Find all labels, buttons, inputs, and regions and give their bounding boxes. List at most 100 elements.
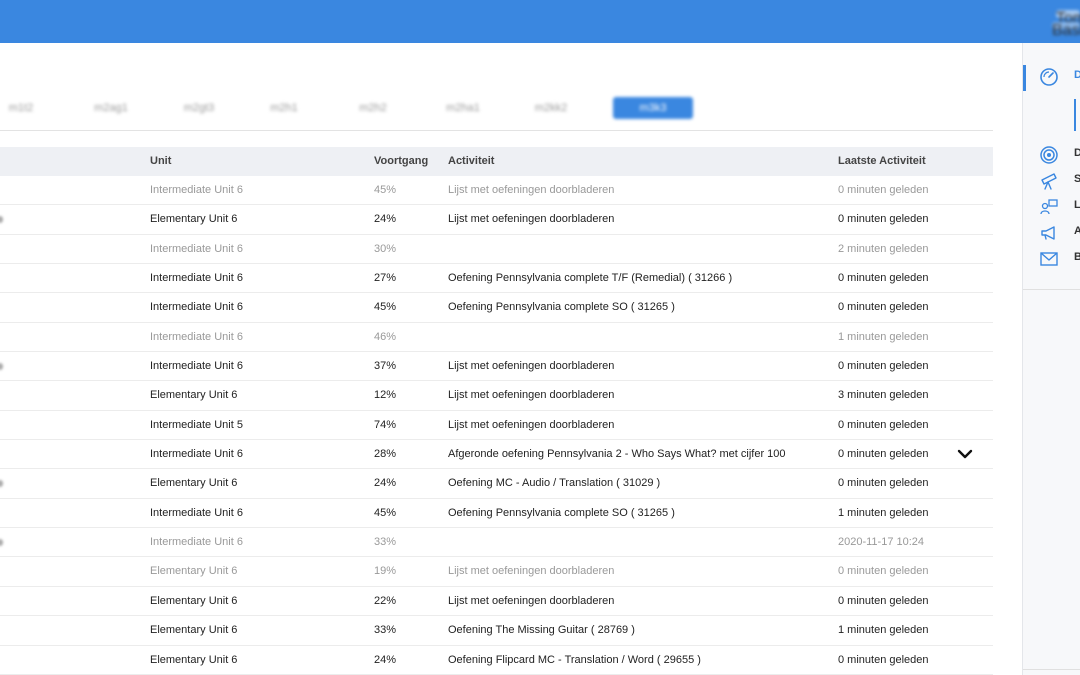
cell-last-activity: 0 minuten geleden bbox=[838, 272, 929, 285]
sidebar-item-goals[interactable]: D bbox=[1039, 145, 1080, 165]
tab-2[interactable]: m2gt3 bbox=[159, 97, 239, 119]
cell-activity: Lijst met oefeningen doorbladeren bbox=[448, 594, 615, 607]
megaphone-icon bbox=[1041, 226, 1055, 240]
cell-progress: 33% bbox=[374, 624, 397, 637]
cell-unit: Elementary Unit 6 bbox=[150, 594, 238, 607]
column-header-last-activity[interactable]: Laatste Activiteit bbox=[838, 147, 926, 176]
user-menu[interactable]: Tom Basic bbox=[1050, 8, 1080, 39]
table-row[interactable]: Intermediate Unit 6 30% 2 minuten geleden bbox=[0, 235, 993, 265]
table-row[interactable]: Intermediate Unit 6 33% 2020-11-17 10:24 bbox=[0, 528, 993, 558]
cell-activity: Oefening Pennsylvania complete SO ( 3126… bbox=[448, 506, 675, 519]
cell-last-activity: 0 minuten geleden bbox=[838, 448, 929, 461]
cell-activity: Lijst met oefeningen doorbladeren bbox=[448, 184, 615, 196]
cell-activity: Oefening MC - Audio / Translation ( 3102… bbox=[448, 477, 661, 490]
table-row[interactable]: Elementary Unit 6 12% Lijst met oefeningen… bbox=[0, 381, 993, 411]
cell-progress: 24% bbox=[374, 653, 397, 666]
cell-last-activity: 0 minuten geleden bbox=[838, 418, 929, 431]
cell-unit: Intermediate Unit 6 bbox=[150, 448, 243, 461]
sidebar-item-label: D bbox=[1074, 69, 1080, 81]
mail-icon bbox=[1040, 252, 1058, 266]
cell-last-activity: 0 minuten geleden bbox=[838, 477, 929, 490]
cell-last-activity: 1 minuten geleden bbox=[838, 330, 929, 343]
class-tabs: m1t2 m2ag1 m2gt3 m2h1 m2h2 m2ha1 m2kk2 m… bbox=[0, 97, 993, 131]
table-row[interactable]: Intermediate Unit 6 45% Lijst met oefening… bbox=[0, 176, 993, 206]
sidebar-divider-bottom bbox=[1023, 669, 1080, 670]
sidebar-item-messages[interactable]: B bbox=[1039, 249, 1080, 269]
user-role: Basic bbox=[1052, 22, 1080, 39]
cell-activity: Oefening Pennsylvania complete T/F (Reme… bbox=[448, 272, 733, 285]
cell-unit: Elementary Unit 6 bbox=[150, 213, 238, 226]
sidebar-item-dashboard[interactable]: D bbox=[1039, 67, 1080, 87]
cell-progress: 12% bbox=[374, 389, 397, 402]
table-row[interactable]: Elementary Unit 6 24% Oefening MC - Audio … bbox=[0, 469, 993, 499]
cell-progress: 45% bbox=[374, 506, 397, 519]
cell-last-activity: 2020-11-17 10:24 bbox=[838, 536, 925, 549]
cell-last-activity: 0 minuten geleden bbox=[838, 565, 929, 578]
tab-4[interactable]: m2h2 bbox=[333, 97, 413, 119]
table-header: Unit Voortgang Activiteit Laatste Activi… bbox=[0, 147, 993, 176]
cell-unit: Intermediate Unit 6 bbox=[150, 242, 243, 255]
table-row[interactable]: Intermediate Unit 6 37% Lijst met oefening… bbox=[0, 352, 993, 382]
cell-activity: Oefening The Missing Guitar ( 28769 ) bbox=[448, 624, 635, 637]
cell-progress: 37% bbox=[374, 360, 397, 373]
target-icon bbox=[1040, 146, 1058, 164]
sidebar-item-explore[interactable]: S bbox=[1039, 171, 1080, 191]
cell-last-activity: 0 minuten geleden bbox=[838, 594, 929, 607]
sidebar-item-students[interactable]: L bbox=[1039, 197, 1080, 217]
tab-7-active[interactable]: m3k3 bbox=[613, 97, 693, 119]
tab-6[interactable]: m2kk2 bbox=[511, 97, 591, 119]
cell-progress: 74% bbox=[374, 418, 397, 431]
cell-progress: 24% bbox=[374, 213, 397, 226]
cell-unit: Elementary Unit 6 bbox=[150, 477, 238, 490]
sidebar-divider bbox=[1023, 289, 1080, 290]
sidebar-item-label: A bbox=[1074, 225, 1080, 237]
cell-last-activity: 3 minuten geleden bbox=[838, 389, 929, 402]
cell-unit: Intermediate Unit 6 bbox=[150, 272, 243, 285]
sidebar-active-indicator bbox=[1023, 65, 1026, 91]
cell-progress: 46% bbox=[374, 330, 397, 343]
table-row[interactable]: Intermediate Unit 6 45% Oefening Pennsylva… bbox=[0, 293, 993, 323]
cell-unit: Intermediate Unit 6 bbox=[150, 506, 243, 519]
cell-unit: Elementary Unit 6 bbox=[150, 624, 238, 637]
table-row[interactable]: Intermediate Unit 6 27% Oefening Pennsylva… bbox=[0, 264, 993, 294]
dashboard-icon bbox=[1040, 68, 1058, 86]
table-row[interactable]: Intermediate Unit 6 46% 1 minuten geleden bbox=[0, 323, 993, 353]
cell-last-activity: 2 minuten geleden bbox=[838, 242, 929, 255]
sidebar-item-label: B bbox=[1074, 251, 1080, 263]
chevron-down-icon[interactable] bbox=[956, 447, 974, 461]
table-row[interactable]: Elementary Unit 6 24% Oefening Flipcard MC… bbox=[0, 646, 993, 675]
cell-unit: Elementary Unit 6 bbox=[150, 653, 238, 666]
tab-3[interactable]: m2h1 bbox=[244, 97, 324, 119]
cell-progress: 22% bbox=[374, 594, 397, 607]
cell-activity: Lijst met oefeningen doorbladeren bbox=[448, 389, 615, 402]
tab-5[interactable]: m2ha1 bbox=[423, 97, 503, 119]
sidebar-item-announcements[interactable]: A bbox=[1039, 223, 1080, 243]
table-row[interactable]: Elementary Unit 6 33% Oefening The Missing… bbox=[0, 616, 993, 646]
cell-progress: 27% bbox=[374, 272, 397, 285]
table-row[interactable]: Intermediate Unit 6 28% Afgeronde oefening… bbox=[0, 440, 993, 470]
sidebar-item-label: L bbox=[1074, 199, 1080, 211]
cell-last-activity: 0 minuten geleden bbox=[838, 184, 929, 196]
table-row[interactable]: Intermediate Unit 6 45% Oefening Pennsylva… bbox=[0, 499, 993, 529]
cell-progress: 45% bbox=[374, 301, 397, 314]
cell-activity: Lijst met oefeningen doorbladeren bbox=[448, 565, 615, 578]
cell-activity: Afgeronde oefening Pennsylvania 2 - Who … bbox=[448, 448, 786, 461]
cell-progress: 24% bbox=[374, 477, 397, 490]
column-header-activity[interactable]: Activiteit bbox=[448, 147, 494, 176]
tab-0[interactable]: m1t2 bbox=[0, 97, 61, 119]
cell-progress: 28% bbox=[374, 448, 397, 461]
table-row[interactable]: Elementary Unit 6 24% Lijst met oefeningen… bbox=[0, 205, 993, 235]
column-header-unit[interactable]: Unit bbox=[150, 147, 171, 176]
cell-activity: Lijst met oefeningen doorbladeren bbox=[448, 418, 615, 431]
sidebar-item-label: S bbox=[1074, 173, 1080, 185]
table-row[interactable]: Intermediate Unit 5 74% Lijst met oefening… bbox=[0, 411, 993, 441]
telescope-icon bbox=[1041, 173, 1057, 190]
cell-progress: 33% bbox=[374, 536, 397, 549]
column-header-progress[interactable]: Voortgang bbox=[374, 147, 428, 176]
cell-last-activity: 1 minuten geleden bbox=[838, 506, 929, 519]
cell-activity: Oefening Pennsylvania complete SO ( 3126… bbox=[448, 301, 675, 314]
cell-progress: 45% bbox=[374, 184, 397, 196]
tab-1[interactable]: m2ag1 bbox=[71, 97, 151, 119]
table-row[interactable]: Elementary Unit 6 22% Lijst met oefeningen… bbox=[0, 587, 993, 617]
table-row[interactable]: Elementary Unit 6 19% Lijst met oefeningen… bbox=[0, 557, 993, 587]
